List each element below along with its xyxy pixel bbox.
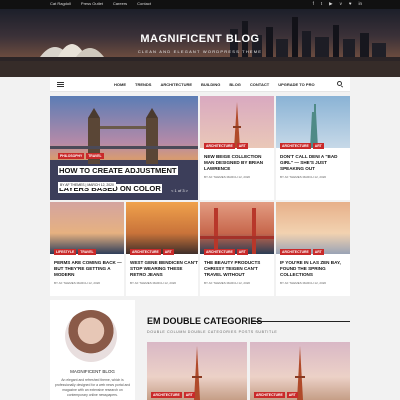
post-image[interactable]: [276, 96, 350, 148]
twitter-icon[interactable]: t: [321, 1, 322, 7]
post-card[interactable]: LIFESTYLE TRAVEL PERMS ARE COMING BACK — …: [50, 202, 124, 296]
featured-post-title[interactable]: HOW TO CREATE ADJUSTMENT LAYERS BASED ON…: [58, 160, 178, 196]
slider-pager[interactable]: < 1 of 3 >: [171, 188, 188, 193]
category-badge[interactable]: ART: [183, 392, 195, 398]
post-image[interactable]: [200, 96, 274, 148]
category-badge[interactable]: LIFESTYLE: [54, 249, 77, 255]
category-badge[interactable]: ARCHITECTURE: [204, 249, 235, 255]
category-badge[interactable]: TRAVEL: [86, 153, 104, 159]
featured-post-meta: BY AF THEMES | MARCH 12, 2020: [58, 182, 116, 188]
facebook-icon[interactable]: f: [313, 1, 314, 7]
post-title[interactable]: NEW BEIGE COLLECTION MAN DESIGNED BY BRI…: [204, 154, 272, 172]
top-bar: Cat Ragdoll Press Outlet Careers Contact…: [0, 0, 400, 9]
nav-item-home[interactable]: HOME: [114, 82, 126, 87]
category-badge[interactable]: ART: [286, 392, 298, 398]
section-title: EM DOUBLE CATEGORIES: [147, 316, 263, 326]
post-title[interactable]: WEST GENE BENDICEN CAN'T STOP WEARING TH…: [130, 260, 198, 278]
top-links: Cat Ragdoll Press Outlet Careers Contact: [50, 1, 151, 6]
post-meta: BY AF THEMES MARCH 12, 2020: [54, 281, 101, 285]
post-card[interactable]: ARCHITECTURE ART DON'T CALL DENI A "BAD G…: [276, 96, 350, 200]
post-image[interactable]: [200, 202, 274, 254]
category-badge[interactable]: ARCHITECTURE: [280, 249, 311, 255]
nav-item-architecture[interactable]: ARCHITECTURE: [160, 82, 192, 87]
post-title[interactable]: IF YOU'RE IN LAS ZEN BAY, FOUND THE SPRI…: [280, 260, 348, 278]
category-badge[interactable]: ARCHITECTURE: [204, 143, 235, 149]
eiffel-tower-image: [233, 102, 241, 148]
category-badge[interactable]: ARCHITECTURE: [254, 392, 285, 398]
top-link-press-outlet[interactable]: Press Outlet: [81, 1, 103, 6]
section-divider: [252, 321, 350, 322]
search-icon[interactable]: [337, 81, 342, 86]
post-card[interactable]: ARCHITECTURE ART NEW BEIGE COLLECTION MAN…: [200, 96, 274, 200]
golden-gate-image: [200, 208, 274, 254]
nav-item-trends[interactable]: TRENDS: [135, 82, 151, 87]
post-image[interactable]: [50, 202, 124, 254]
category-badge[interactable]: ARCHITECTURE: [130, 249, 161, 255]
post-title[interactable]: DON'T CALL DENI A "BAD GIRL" — SHE'S JUS…: [280, 154, 348, 172]
avatar: [65, 310, 117, 362]
top-link-cat-ragdoll[interactable]: Cat Ragdoll: [50, 1, 71, 6]
post-title[interactable]: THE BEAUTY PRODUCTS CHRISSY TEIGEN CAN'T…: [204, 260, 272, 278]
category-badge[interactable]: ART: [312, 249, 324, 255]
featured-post-categories: PHILOSOPHY TRAVEL: [58, 153, 104, 159]
author-bio: An elegant and refreshed theme, which is…: [54, 378, 131, 397]
post-title[interactable]: PERMS ARE COMING BACK — BUT THEY'RE GETT…: [54, 260, 122, 278]
author-name: MAGNIFICENT BLOG: [70, 369, 115, 374]
post-grid: PHILOSOPHY TRAVEL HOW TO CREATE ADJUSTME…: [50, 96, 350, 296]
top-link-careers[interactable]: Careers: [113, 1, 127, 6]
category-badge[interactable]: ARCHITECTURE: [151, 392, 182, 398]
post-image[interactable]: [276, 202, 350, 254]
double-category-card[interactable]: ARCHITECTURE ART: [250, 342, 350, 400]
main-navigation: HOME TRENDS ARCHITECTURE BUILDING BLOG C…: [50, 77, 350, 92]
post-meta: BY AF THEMES MARCH 12, 2020: [130, 281, 177, 285]
section-subtitle: DOUBLE COLUMN DOUBLE CATEGORIES POSTS SU…: [147, 330, 278, 334]
post-card[interactable]: ARCHITECTURE ART THE BEAUTY PRODUCTS CHRI…: [200, 202, 274, 296]
linkedin-icon[interactable]: in: [358, 1, 362, 7]
nav-menu: HOME TRENDS ARCHITECTURE BUILDING BLOG C…: [114, 82, 315, 87]
category-badge[interactable]: ART: [162, 249, 174, 255]
top-link-contact[interactable]: Contact: [137, 1, 151, 6]
post-meta: BY AF THEMES MARCH 12, 2020: [204, 281, 251, 285]
post-meta: BY AF THEMES MARCH 12, 2020: [280, 281, 327, 285]
post-card[interactable]: ARCHITECTURE ART WEST GENE BENDICEN CAN'T…: [126, 202, 198, 296]
vimeo-icon[interactable]: v: [340, 1, 342, 7]
category-badge[interactable]: ART: [236, 249, 248, 255]
nav-item-upgrade[interactable]: UPGRADE TO PRO: [278, 82, 314, 87]
nav-item-blog[interactable]: BLOG: [229, 82, 241, 87]
site-tagline: CLEAN AND ELEGANT WORDPRESS THEME: [137, 49, 263, 54]
nav-item-contact[interactable]: CONTACT: [250, 82, 269, 87]
category-badge[interactable]: ARCHITECTURE: [280, 143, 311, 149]
heart-icon[interactable]: ♥: [349, 1, 352, 7]
social-links: f t ▶ v ♥ in: [313, 1, 362, 7]
category-badge[interactable]: TRAVEL: [78, 249, 96, 255]
category-badge[interactable]: ART: [236, 143, 248, 149]
post-meta: BY AF THEMES MARCH 12, 2020: [280, 175, 327, 179]
site-header-banner: MAGNIFICENT BLOG CLEAN AND ELEGANT WORDP…: [0, 9, 400, 77]
post-image[interactable]: [126, 202, 198, 254]
statue-of-liberty-image: [310, 104, 318, 148]
double-category-card[interactable]: ARCHITECTURE ART: [147, 342, 247, 400]
hamburger-menu-icon[interactable]: [57, 82, 64, 87]
category-badge[interactable]: PHILOSOPHY: [58, 153, 85, 159]
category-badge[interactable]: ART: [312, 143, 324, 149]
featured-post[interactable]: PHILOSOPHY TRAVEL HOW TO CREATE ADJUSTME…: [50, 96, 198, 200]
post-meta: BY AF THEMES MARCH 12, 2020: [204, 175, 251, 179]
post-card[interactable]: ARCHITECTURE ART IF YOU'RE IN LAS ZEN BAY…: [276, 202, 350, 296]
author-widget: MAGNIFICENT BLOG An elegant and refreshe…: [50, 300, 135, 400]
youtube-icon[interactable]: ▶: [329, 1, 332, 7]
site-title[interactable]: MAGNIFICENT BLOG: [0, 33, 400, 45]
nav-item-building[interactable]: BUILDING: [201, 82, 220, 87]
